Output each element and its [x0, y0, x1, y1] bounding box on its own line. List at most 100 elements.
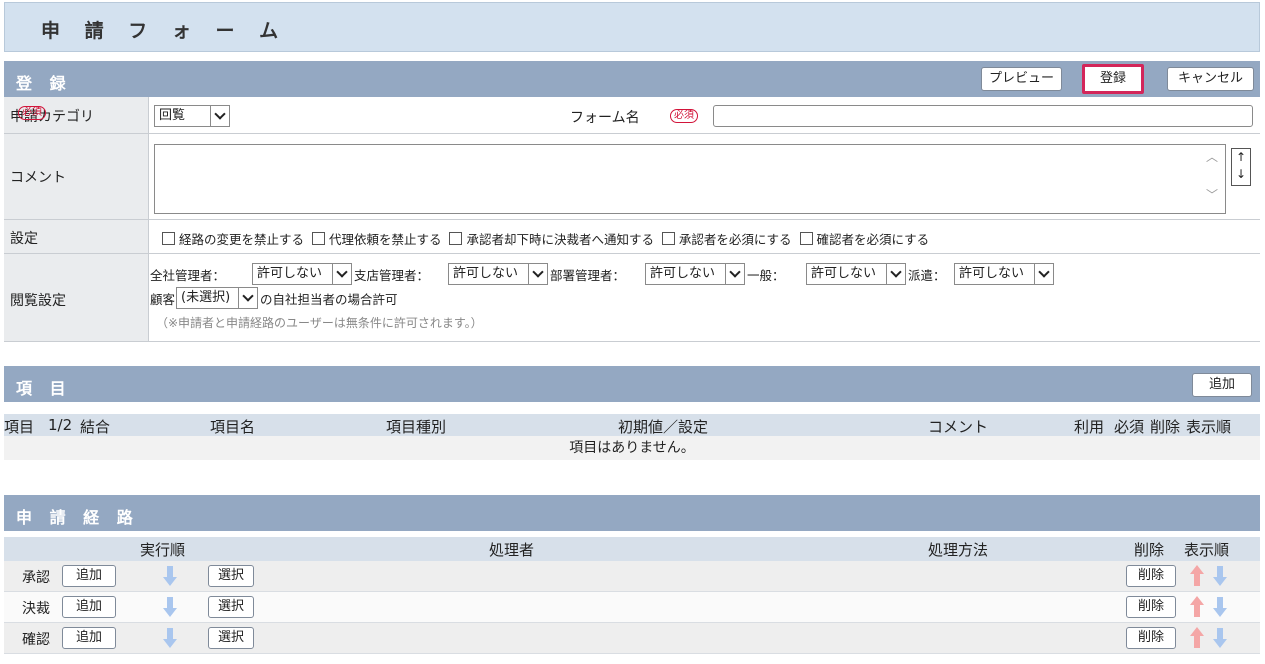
- register-section-header: 登 録 プレビュー 登録 キャンセル: [4, 61, 1260, 97]
- col-join: 結合: [80, 418, 111, 436]
- chevron-down-icon: [725, 264, 744, 284]
- add-item-button[interactable]: 追加: [1192, 373, 1252, 397]
- chevron-down-icon: [238, 288, 257, 308]
- view-settings-note: （※申請者と申請経路のユーザーは無条件に許可されます。）: [156, 316, 483, 330]
- select-value: 許可しない: [257, 266, 323, 281]
- col-order: 表示順: [1184, 541, 1230, 559]
- register-button[interactable]: 登録: [1082, 64, 1144, 94]
- col-processor: 処理者: [489, 541, 535, 559]
- setting-option-require-confirmer[interactable]: 確認者を必須にする: [799, 232, 930, 247]
- category-row: 申請カテゴリ 必須 回覧 フォーム名 必須: [4, 97, 1260, 134]
- setting-option-notify-approver[interactable]: 承認者却下時に決裁者へ通知する: [449, 232, 654, 247]
- register-section-title: 登 録: [16, 74, 72, 93]
- select-processor-button[interactable]: 選択: [208, 627, 254, 649]
- route-row-approve: 承認 追加 選択 削除: [4, 561, 1260, 592]
- setting-option-label: 代理依頼を禁止する: [328, 232, 442, 247]
- chevron-down-icon: [332, 264, 351, 284]
- arrow-up-icon[interactable]: [1190, 565, 1204, 587]
- settings-label: 設定: [10, 231, 38, 247]
- col-half: 1/2: [48, 416, 73, 434]
- items-empty-message: 項目はありません。: [4, 436, 1260, 460]
- dispatch-select[interactable]: 許可しない: [954, 263, 1054, 285]
- view-settings-row: 閲覧設定 全社管理者： 許可しない 支店管理者： 許可しない 部署管理者： 許可…: [4, 254, 1260, 342]
- select-value: 許可しない: [959, 266, 1025, 281]
- delete-row-button[interactable]: 削除: [1126, 627, 1176, 649]
- add-confirmer-button[interactable]: 追加: [62, 627, 116, 649]
- add-approver-button[interactable]: 追加: [62, 565, 116, 587]
- comment-textarea[interactable]: [154, 144, 1226, 214]
- arrow-down-icon[interactable]: [1213, 597, 1227, 619]
- route-row-label: 承認: [22, 570, 50, 586]
- category-select[interactable]: 回覧: [154, 105, 230, 127]
- customer-select[interactable]: (未選択): [176, 287, 258, 309]
- dispatch-label: 派遣：: [908, 268, 946, 283]
- col-delete: 削除: [1134, 541, 1165, 559]
- arrow-down-icon[interactable]: [163, 597, 177, 619]
- dept-admin-select[interactable]: 許可しない: [645, 263, 745, 285]
- branch-admin-label: 支店管理者：: [354, 268, 430, 283]
- scroll-up-icon[interactable]: ︿: [1206, 148, 1218, 165]
- col-comment: コメント: [928, 418, 989, 436]
- arrow-down-icon[interactable]: [163, 566, 177, 588]
- delete-row-button[interactable]: 削除: [1126, 596, 1176, 618]
- checkbox[interactable]: [162, 232, 175, 245]
- select-processor-button[interactable]: 選択: [208, 596, 254, 618]
- category-label-cell: 申請カテゴリ 必須: [4, 97, 149, 133]
- preview-button[interactable]: プレビュー: [981, 67, 1062, 91]
- col-type: 項目種別: [386, 418, 447, 436]
- general-label: 一般：: [747, 268, 785, 283]
- cancel-button[interactable]: キャンセル: [1167, 67, 1254, 91]
- setting-option-proxy-lock[interactable]: 代理依頼を禁止する: [311, 232, 442, 247]
- form-name-label: フォーム名: [570, 110, 640, 126]
- chevron-down-icon: [210, 106, 229, 126]
- col-initial: 初期値／設定: [618, 418, 709, 436]
- company-admin-label: 全社管理者：: [150, 268, 226, 283]
- arrow-up-icon[interactable]: [1190, 627, 1204, 649]
- select-value: (未選択): [181, 290, 231, 305]
- page-title-bar: 申 請 フ ォ ー ム: [4, 2, 1260, 52]
- chevron-down-icon: [1034, 264, 1053, 284]
- arrow-down-icon[interactable]: [1213, 566, 1227, 588]
- add-decider-button[interactable]: 追加: [62, 596, 116, 618]
- items-table-header: 項目 1/2 結合 項目名 項目種別 初期値／設定 コメント 利用 必須 削除 …: [4, 414, 1260, 436]
- scroll-down-icon[interactable]: ﹀: [1206, 186, 1218, 203]
- checkbox[interactable]: [799, 232, 813, 245]
- select-value: 許可しない: [453, 266, 519, 281]
- required-badge: 必須: [18, 106, 46, 120]
- branch-admin-select[interactable]: 許可しない: [448, 263, 548, 285]
- delete-row-button[interactable]: 削除: [1126, 565, 1176, 587]
- col-required: 必須: [1114, 418, 1145, 436]
- route-row-label: 決裁: [22, 601, 50, 617]
- form-name-input[interactable]: [713, 105, 1253, 127]
- route-row-confirm: 確認 追加 選択 削除: [4, 623, 1260, 654]
- setting-option-label: 経路の変更を禁止する: [179, 232, 305, 247]
- resize-toggle-icon[interactable]: ↑ ↓: [1231, 148, 1251, 186]
- checkbox[interactable]: [449, 232, 463, 245]
- col-delete: 削除: [1150, 418, 1181, 436]
- checkbox[interactable]: [661, 232, 675, 245]
- items-section-title: 項 目: [16, 379, 72, 398]
- select-value: 許可しない: [650, 266, 716, 281]
- route-section-header: 申 請 経 路: [4, 495, 1260, 531]
- general-select[interactable]: 許可しない: [806, 263, 906, 285]
- view-settings-label-cell: 閲覧設定: [4, 254, 149, 341]
- page-title: 申 請 フ ォ ー ム: [41, 20, 288, 42]
- arrow-down-icon[interactable]: [163, 628, 177, 650]
- dept-admin-label: 部署管理者：: [550, 268, 626, 283]
- required-badge: 必須: [670, 109, 698, 123]
- select-processor-button[interactable]: 選択: [208, 565, 254, 587]
- arrow-up-icon[interactable]: [1190, 596, 1204, 618]
- col-method: 処理方法: [928, 541, 989, 559]
- view-permissions-line2: 顧客 (未選択) の自社担当者の場合許可: [150, 287, 550, 309]
- setting-option-require-approver[interactable]: 承認者を必須にする: [661, 232, 792, 247]
- route-row-label: 確認: [22, 632, 50, 648]
- setting-option-label: 確認者を必須にする: [816, 232, 930, 247]
- chevron-down-icon: [528, 264, 547, 284]
- setting-option-route-lock[interactable]: 経路の変更を禁止する: [162, 232, 304, 247]
- checkbox[interactable]: [311, 232, 325, 245]
- arrow-down-icon[interactable]: [1213, 628, 1227, 650]
- settings-options: 経路の変更を禁止する 代理依頼を禁止する 承認者却下時に決裁者へ通知する 承認者…: [162, 229, 929, 248]
- company-admin-select[interactable]: 許可しない: [252, 263, 352, 285]
- setting-option-label: 承認者却下時に決裁者へ通知する: [466, 232, 654, 247]
- chevron-down-icon: [886, 264, 905, 284]
